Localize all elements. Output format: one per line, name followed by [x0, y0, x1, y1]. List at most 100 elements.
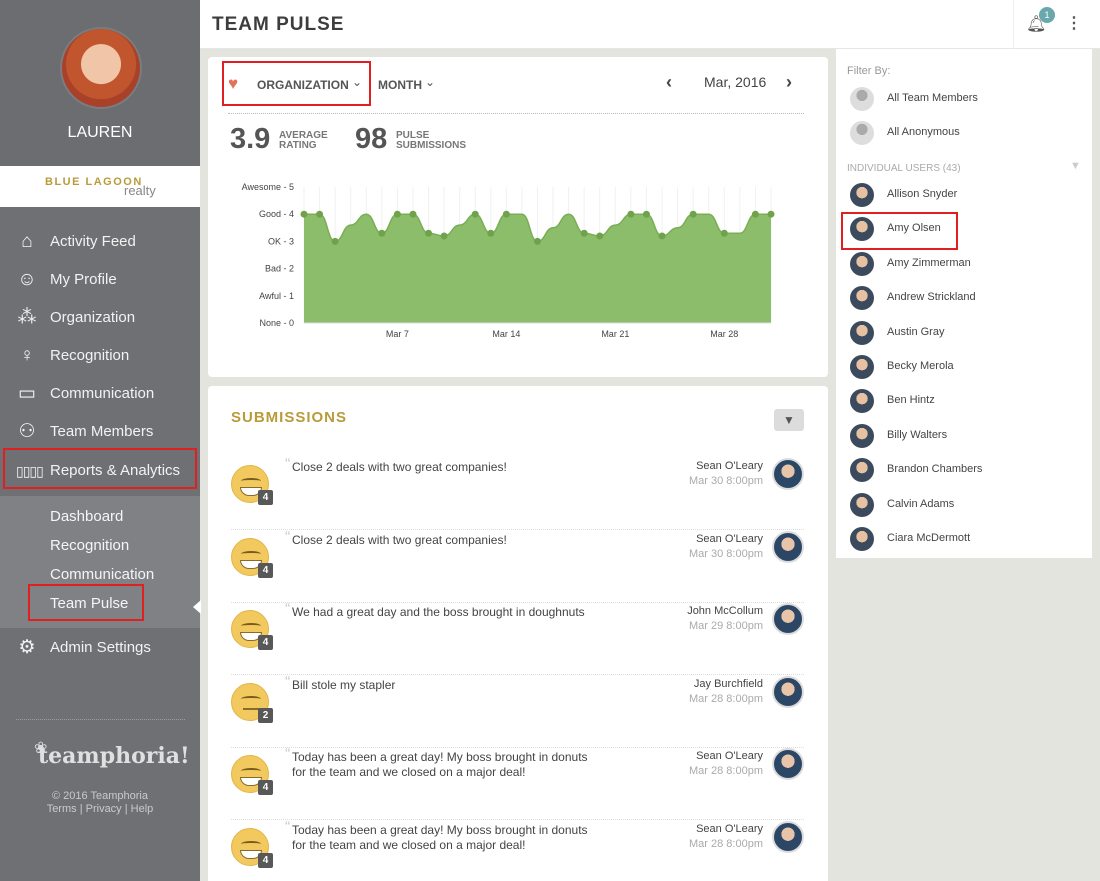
nav-my-profile[interactable]: ☺ My Profile [0, 261, 200, 299]
avatar [850, 87, 874, 111]
data-point [425, 229, 433, 237]
filter-button[interactable]: ▼ [774, 409, 804, 431]
terms-link[interactable]: Terms [47, 803, 77, 815]
avatar[interactable] [772, 603, 804, 635]
data-point [393, 210, 401, 218]
avatar [850, 251, 874, 276]
avatar [850, 121, 874, 145]
nav-label: My Profile [50, 271, 117, 288]
period-label: MONTH [378, 78, 422, 92]
submission-author: Sean O'Leary [696, 532, 763, 545]
filter-user-item[interactable]: Allison Snyder [850, 183, 1080, 209]
filter-user-item[interactable]: Brandon Chambers [850, 458, 1080, 484]
submission-row[interactable]: 4 “Close 2 deals with two great companies… [231, 456, 804, 530]
avatar[interactable] [772, 820, 804, 853]
filter-user-item[interactable]: Calvin Adams [850, 492, 1080, 519]
avatar[interactable] [772, 675, 804, 708]
top-header: TEAM PULSE 🔔︎ 1 ⋮ [200, 0, 1100, 49]
submission-author: Sean O'Leary [696, 750, 763, 762]
y-tick-label: Awesome - 5 [242, 182, 294, 192]
header-divider [1013, 0, 1014, 49]
team-icon: ⚇ [18, 421, 36, 442]
user-name: Andrew Strickland [887, 291, 976, 304]
subnav-dashboard[interactable]: Dashboard [50, 508, 123, 525]
submissions-title: SUBMISSIONS [231, 409, 348, 426]
quote-icon: “ [285, 601, 291, 618]
nav-recognition[interactable]: ♀ Recognition [0, 337, 200, 375]
user-name: Ben Hintz [887, 394, 935, 407]
subnav-recognition[interactable]: Recognition [50, 537, 129, 554]
filter-user-item[interactable]: Andrew Strickland [850, 286, 1080, 312]
face-eyes [241, 550, 261, 557]
average-label-line2: RATING [279, 140, 317, 151]
data-point [331, 237, 339, 245]
submission-row[interactable]: 4 “Close 2 deals with two great companies… [231, 529, 804, 603]
quote-icon: “ [285, 673, 291, 691]
divider [228, 113, 804, 114]
submission-text: Close 2 deals with two great companies! [292, 532, 507, 547]
filter-user-item[interactable]: Austin Gray [850, 320, 1080, 347]
avatar [850, 492, 874, 517]
score-badge: 4 [258, 562, 273, 578]
privacy-link[interactable]: Privacy [86, 803, 122, 815]
filter-all-anonymous[interactable]: All Anonymous [850, 121, 1080, 147]
filter-user-item[interactable]: Billy Walters [850, 423, 1080, 450]
avatar [850, 389, 874, 414]
avatar[interactable] [60, 27, 142, 109]
nav-admin-settings[interactable]: ⚙ Admin Settings [0, 629, 200, 667]
filter-user-item[interactable]: Ciara McDermott [850, 527, 1080, 553]
help-link[interactable]: Help [131, 803, 154, 815]
data-point [440, 232, 448, 240]
submissions-count-label: PULSE SUBMISSIONS [396, 131, 466, 151]
filter-label: Filter By: [847, 65, 891, 77]
score-badge: 4 [258, 780, 273, 795]
submission-row[interactable]: 2 “Bill stole my stapler Jay Burchfield Mar… [231, 673, 804, 748]
highlight-box [222, 61, 371, 106]
data-point [720, 229, 728, 237]
chevron-down-icon: ⌄ [425, 75, 436, 89]
face-eyes [241, 768, 261, 774]
user-name: Billy Walters [887, 428, 948, 441]
filter-user-item[interactable]: Becky Merola [850, 355, 1080, 381]
nav-organization[interactable]: ⁂ Organization [0, 299, 200, 337]
gear-icon: ⚙ [18, 637, 36, 658]
score-badge: 4 [258, 852, 273, 868]
user-name: Ciara McDermott [887, 532, 971, 544]
avatar[interactable] [772, 458, 804, 490]
submission-row[interactable]: 4 “We had a great day and the boss brough… [231, 601, 804, 675]
nav-activity-feed[interactable]: ⌂ Activity Feed [0, 223, 200, 261]
avatar [850, 458, 874, 483]
average-rating-label: AVERAGE RATING [279, 131, 328, 151]
nav-label: Team Members [50, 423, 154, 440]
nav-team-members[interactable]: ⚇ Team Members [0, 413, 200, 451]
filter-user-item[interactable]: Ben Hintz [850, 389, 1080, 415]
next-month-button[interactable]: › [786, 72, 800, 92]
filter-panel: Filter By: All Team Members All Anonymou… [836, 49, 1092, 558]
avatar [850, 320, 874, 345]
funnel-icon[interactable]: ▼ [1070, 160, 1081, 172]
x-tick-label: Mar 28 [710, 329, 738, 339]
notification-badge[interactable]: 1 [1039, 7, 1055, 23]
x-tick-label: Mar 21 [601, 329, 629, 339]
avatar [850, 423, 874, 448]
quote-icon: “ [285, 456, 291, 473]
submission-row[interactable]: 4 “Today has been a great day! My boss br… [231, 819, 804, 881]
highlight-box [28, 584, 144, 621]
data-point [658, 232, 666, 240]
filter-user-item[interactable]: Amy Zimmerman [850, 251, 1080, 278]
y-tick-label: Bad - 2 [265, 264, 294, 274]
nav-communication[interactable]: ▭ Communication [0, 375, 200, 413]
previous-month-button[interactable]: ‹ [666, 72, 680, 92]
more-options-icon[interactable]: ⋮ [1066, 14, 1082, 34]
avatar [850, 355, 874, 379]
filter-all-team-members[interactable]: All Team Members [850, 87, 1080, 113]
submission-author: Sean O'Leary [696, 460, 763, 472]
submission-row[interactable]: 4 “Today has been a great day! My boss br… [231, 746, 804, 820]
avatar[interactable] [772, 530, 804, 563]
subnav-communication[interactable]: Communication [50, 566, 154, 583]
submission-time: Mar 30 8:00pm [689, 547, 763, 560]
avatar[interactable] [772, 748, 804, 780]
submission-time: Mar 28 8:00pm [689, 765, 763, 777]
data-point [378, 229, 386, 237]
submission-time: Mar 30 8:00pm [689, 475, 763, 487]
